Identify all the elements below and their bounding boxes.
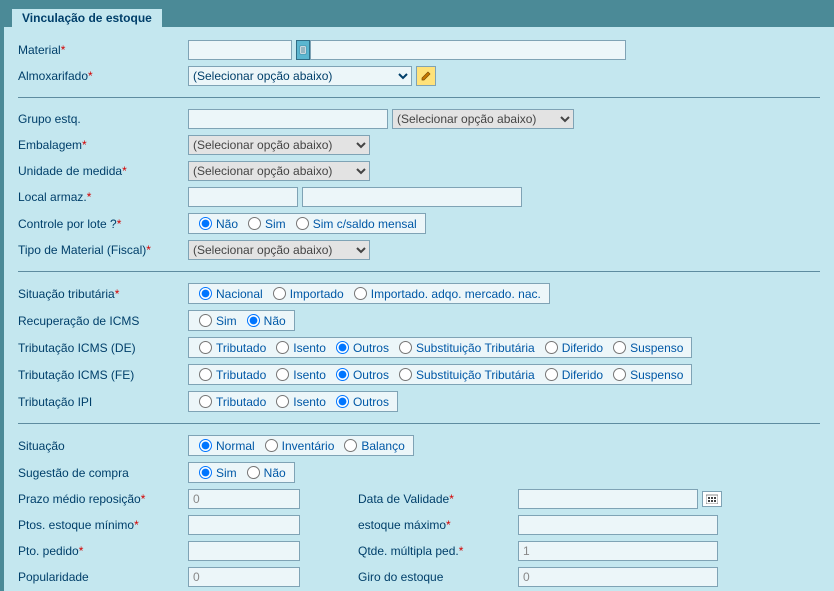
controle-sim-saldo[interactable]: Sim c/saldo mensal — [290, 217, 421, 231]
label-sit-trib: Situação tributária* — [18, 287, 188, 301]
de-diferido[interactable]: Diferido — [539, 341, 607, 355]
fe-tributado[interactable]: Tributado — [193, 368, 270, 382]
label-pto-ped: Pto. pedido* — [18, 544, 188, 558]
label-embalagem: Embalagem* — [18, 138, 188, 152]
separator-3 — [18, 423, 820, 424]
fe-diferido[interactable]: Diferido — [539, 368, 607, 382]
label-situacao: Situação — [18, 439, 188, 453]
giro-input[interactable] — [518, 567, 718, 587]
controle-nao[interactable]: Não — [193, 217, 242, 231]
data-val-input[interactable] — [518, 489, 698, 509]
recup-sim[interactable]: Sim — [193, 314, 241, 328]
sit-imp-adq[interactable]: Importado. adqo. mercado. nac. — [348, 287, 545, 301]
label-prazo: Prazo médio reposição* — [18, 492, 188, 506]
fe-outros[interactable]: Outros — [330, 368, 393, 382]
trib-de-group: Tributado Isento Outros Substituição Tri… — [188, 337, 692, 358]
material-lookup-icon[interactable] — [296, 40, 310, 60]
local-input-1[interactable] — [188, 187, 298, 207]
almox-edit-icon[interactable] — [416, 66, 436, 86]
label-data-val: Data de Validade* — [358, 492, 518, 506]
label-grupo: Grupo estq. — [18, 112, 188, 126]
pto-ped-input[interactable] — [188, 541, 300, 561]
label-recup-icms: Recuperação de ICMS — [18, 314, 188, 328]
ipi-isento[interactable]: Isento — [270, 395, 330, 409]
trib-fe-group: Tributado Isento Outros Substituição Tri… — [188, 364, 692, 385]
calendar-icon[interactable] — [702, 491, 722, 507]
tipo-fiscal-select[interactable]: (Selecionar opção abaixo) — [188, 240, 370, 260]
popular-input[interactable] — [188, 567, 300, 587]
de-sub[interactable]: Substituição Tributária — [393, 341, 539, 355]
sit-importado[interactable]: Importado — [267, 287, 348, 301]
tab-vinculacao[interactable]: Vinculação de estoque — [12, 9, 162, 27]
label-qtde-mult: Qtde. múltipla ped.* — [358, 544, 518, 558]
tab-label: Vinculação de estoque — [22, 11, 152, 25]
tab-bar: Vinculação de estoque — [4, 5, 834, 27]
label-popular: Popularidade — [18, 570, 188, 584]
recup-icms-group: Sim Não — [188, 310, 295, 331]
unidade-select[interactable]: (Selecionar opção abaixo) — [188, 161, 370, 181]
grupo-input[interactable] — [188, 109, 388, 129]
label-tipo-fiscal: Tipo de Material (Fiscal)* — [18, 243, 188, 257]
sit-nacional[interactable]: Nacional — [193, 287, 267, 301]
label-pto-min: Ptos. estoque mínimo* — [18, 518, 188, 532]
de-outros[interactable]: Outros — [330, 341, 393, 355]
label-giro: Giro do estoque — [358, 570, 518, 584]
ipi-tributado[interactable]: Tributado — [193, 395, 270, 409]
sug-nao[interactable]: Não — [241, 466, 290, 480]
material-code-input[interactable] — [188, 40, 292, 60]
label-controle: Controle por lote ?* — [18, 217, 188, 231]
recup-nao[interactable]: Não — [241, 314, 290, 328]
label-almox: Almoxarifado* — [18, 69, 188, 83]
label-material: Material* — [18, 43, 188, 57]
controle-radio-group: Não Sim Sim c/saldo mensal — [188, 213, 426, 234]
sug-sim[interactable]: Sim — [193, 466, 241, 480]
trib-ipi-group: Tributado Isento Outros — [188, 391, 398, 412]
sit-normal[interactable]: Normal — [193, 439, 259, 453]
prazo-input[interactable] — [188, 489, 300, 509]
pto-min-input[interactable] — [188, 515, 300, 535]
local-input-2[interactable] — [302, 187, 522, 207]
label-local: Local armaz.* — [18, 190, 188, 204]
fe-sub[interactable]: Substituição Tributária — [393, 368, 539, 382]
de-tributado[interactable]: Tributado — [193, 341, 270, 355]
controle-sim[interactable]: Sim — [242, 217, 290, 231]
label-trib-fe: Tributação ICMS (FE) — [18, 368, 188, 382]
sit-inventario[interactable]: Inventário — [259, 439, 339, 453]
label-trib-de: Tributação ICMS (DE) — [18, 341, 188, 355]
de-suspenso[interactable]: Suspenso — [607, 341, 687, 355]
separator-2 — [18, 271, 820, 272]
fe-suspenso[interactable]: Suspenso — [607, 368, 687, 382]
label-trib-ipi: Tributação IPI — [18, 395, 188, 409]
sit-balanco[interactable]: Balanço — [338, 439, 408, 453]
grupo-select[interactable]: (Selecionar opção abaixo) — [392, 109, 574, 129]
label-est-max: estoque máximo* — [358, 518, 518, 532]
embalagem-select[interactable]: (Selecionar opção abaixo) — [188, 135, 370, 155]
qtde-mult-input[interactable] — [518, 541, 718, 561]
ipi-outros[interactable]: Outros — [330, 395, 393, 409]
label-sugestao: Sugestão de compra — [18, 466, 188, 480]
separator-1 — [18, 97, 820, 98]
situacao-group: Normal Inventário Balanço — [188, 435, 414, 456]
fe-isento[interactable]: Isento — [270, 368, 330, 382]
sugestao-group: Sim Não — [188, 462, 295, 483]
material-desc-input[interactable] — [310, 40, 626, 60]
almox-select[interactable]: (Selecionar opção abaixo) — [188, 66, 412, 86]
sit-trib-group: Nacional Importado Importado. adqo. merc… — [188, 283, 550, 304]
est-max-input[interactable] — [518, 515, 718, 535]
de-isento[interactable]: Isento — [270, 341, 330, 355]
label-unidade: Unidade de medida* — [18, 164, 188, 178]
